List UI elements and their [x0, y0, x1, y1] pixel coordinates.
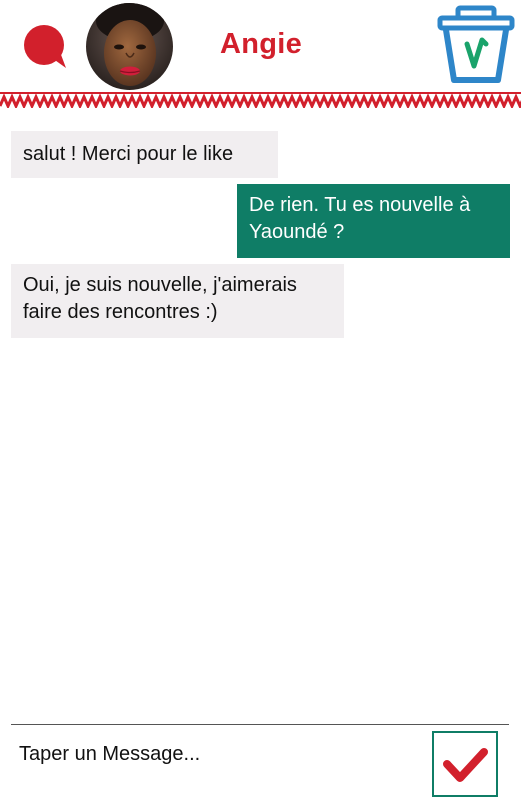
checkmark-icon [443, 748, 488, 782]
zigzag-divider [0, 92, 521, 110]
message-input[interactable] [11, 730, 421, 778]
composer-divider [11, 724, 509, 725]
send-button[interactable] [432, 731, 498, 797]
message-bubble-outgoing: De rien. Tu es nouvelle à Yaoundé ? [237, 184, 510, 258]
message-bubble-incoming: Oui, je suis nouvelle, j'aimerais faire … [11, 264, 344, 338]
trash-icon[interactable] [436, 4, 516, 86]
avatar[interactable] [86, 3, 173, 90]
message-bubble-incoming: salut ! Merci pour le like [11, 131, 278, 178]
chat-header: Angie [0, 0, 521, 92]
speech-bubble-icon[interactable] [22, 22, 70, 70]
contact-name[interactable]: Angie [220, 28, 302, 61]
